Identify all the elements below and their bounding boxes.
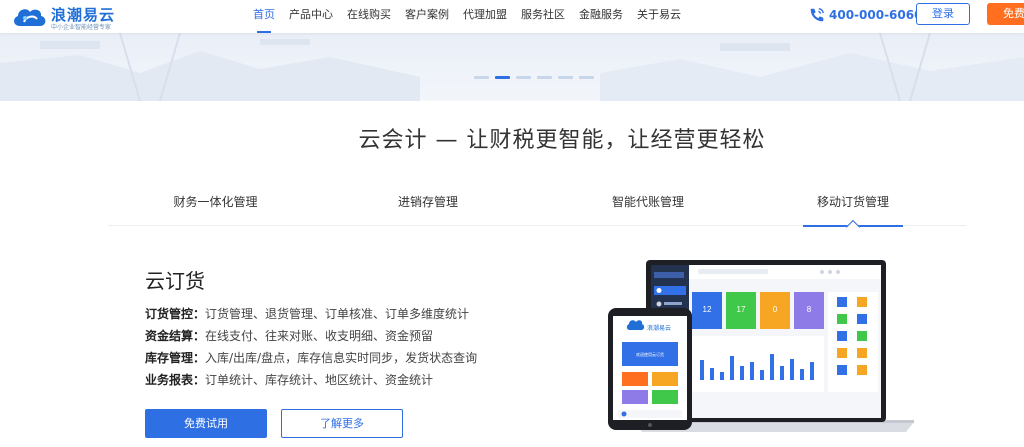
feature-list: 订货管控：订货管理、退货管理、订单核准、订单多维度统计 资金结算：在线支付、往来… bbox=[145, 304, 477, 392]
tab-inventory[interactable]: 进销存管理 bbox=[363, 186, 493, 226]
nav-item-finance[interactable]: 金融服务 bbox=[572, 0, 630, 33]
product-title: 云订货 bbox=[145, 269, 205, 293]
feature-label: 业务报表： bbox=[145, 373, 206, 387]
nav-item-partners[interactable]: 代理加盟 bbox=[456, 0, 514, 33]
stat-card-value: 8 bbox=[807, 305, 812, 314]
free-trial-header-button[interactable]: 免费 bbox=[987, 3, 1024, 25]
nav-item-about[interactable]: 关于易云 bbox=[630, 0, 688, 33]
logo-slogan: 中小企业智能经营专家 bbox=[51, 24, 112, 31]
nav-item-home[interactable]: 首页 bbox=[246, 0, 282, 33]
cloud-logo-icon bbox=[14, 9, 46, 26]
nav-item-community[interactable]: 服务社区 bbox=[514, 0, 572, 33]
stat-card-value: 12 bbox=[703, 305, 712, 314]
carousel-dot[interactable] bbox=[579, 76, 594, 79]
carousel-dot-active[interactable] bbox=[495, 76, 510, 79]
phone-number: 400-000-6060 bbox=[829, 8, 923, 22]
feature-item: 业务报表：订单统计、库存统计、地区统计、资金统计 bbox=[145, 370, 477, 392]
top-header: 浪潮易云 中小企业智能经营专家 首页 产品中心 在线购买 客户案例 代理加盟 服… bbox=[0, 0, 1024, 33]
feature-label: 订货管控： bbox=[145, 307, 206, 321]
feature-item: 订货管控：订货管理、退货管理、订单核准、订单多维度统计 bbox=[145, 304, 477, 326]
section-title: 云会计 — 让财税更智能，让经营更轻松 bbox=[358, 128, 766, 153]
free-trial-button[interactable]: 免费试用 bbox=[145, 409, 267, 438]
tablet-logo-text: 浪潮易云 bbox=[647, 324, 671, 332]
carousel-dot[interactable] bbox=[537, 76, 552, 79]
main-nav: 首页 产品中心 在线购买 客户案例 代理加盟 服务社区 金融服务 关于易云 bbox=[246, 0, 688, 33]
stat-card-value: 0 bbox=[773, 305, 778, 314]
feature-label: 资金结算： bbox=[145, 329, 206, 343]
login-button[interactable]: 登录 bbox=[916, 3, 970, 25]
device-illustration: 12 17 0 8 浪潮易云 欢迎使用云订货 bbox=[608, 260, 914, 432]
carousel-dots bbox=[474, 76, 600, 79]
phone-contact[interactable]: 400-000-6060 bbox=[808, 5, 922, 25]
hero-banner[interactable] bbox=[0, 33, 1024, 101]
active-tab-caret bbox=[845, 219, 861, 235]
tab-mobile-ordering[interactable]: 移动订货管理 bbox=[803, 186, 903, 235]
feature-label: 库存管理： bbox=[145, 351, 206, 365]
banner-background bbox=[0, 33, 1024, 101]
tab-finance-integration[interactable]: 财务一体化管理 bbox=[148, 186, 283, 226]
logo[interactable]: 浪潮易云 中小企业智能经营专家 bbox=[10, 3, 130, 31]
nav-item-cases[interactable]: 客户案例 bbox=[398, 0, 456, 33]
learn-more-button[interactable]: 了解更多 bbox=[281, 409, 403, 438]
nav-item-products[interactable]: 产品中心 bbox=[282, 0, 340, 33]
feature-item: 资金结算：在线支付、往来对账、收支明细、资金预留 bbox=[145, 326, 477, 348]
tab-bookkeeping[interactable]: 智能代账管理 bbox=[578, 186, 718, 226]
carousel-dot[interactable] bbox=[516, 76, 531, 79]
tab-mobile-ordering-label: 移动订货管理 bbox=[816, 195, 889, 209]
carousel-dot[interactable] bbox=[558, 76, 573, 79]
nav-item-buy-online[interactable]: 在线购买 bbox=[340, 0, 398, 33]
feature-tabs: 财务一体化管理 进销存管理 智能代账管理 移动订货管理 bbox=[108, 186, 966, 235]
feature-text: 订货管理、退货管理、订单核准、订单多维度统计 bbox=[205, 307, 470, 321]
stat-card-value: 17 bbox=[737, 305, 746, 314]
tablet-banner-text: 欢迎使用云订货 bbox=[636, 351, 664, 357]
phone-icon bbox=[810, 8, 824, 22]
feature-text: 入库/出库/盘点，库存信息实时同步，发货状态查询 bbox=[205, 351, 478, 365]
carousel-dot[interactable] bbox=[474, 76, 489, 79]
feature-text: 订单统计、库存统计、地区统计、资金统计 bbox=[205, 373, 434, 387]
feature-item: 库存管理：入库/出库/盘点，库存信息实时同步，发货状态查询 bbox=[145, 348, 477, 370]
feature-text: 在线支付、往来对账、收支明细、资金预留 bbox=[205, 329, 434, 343]
